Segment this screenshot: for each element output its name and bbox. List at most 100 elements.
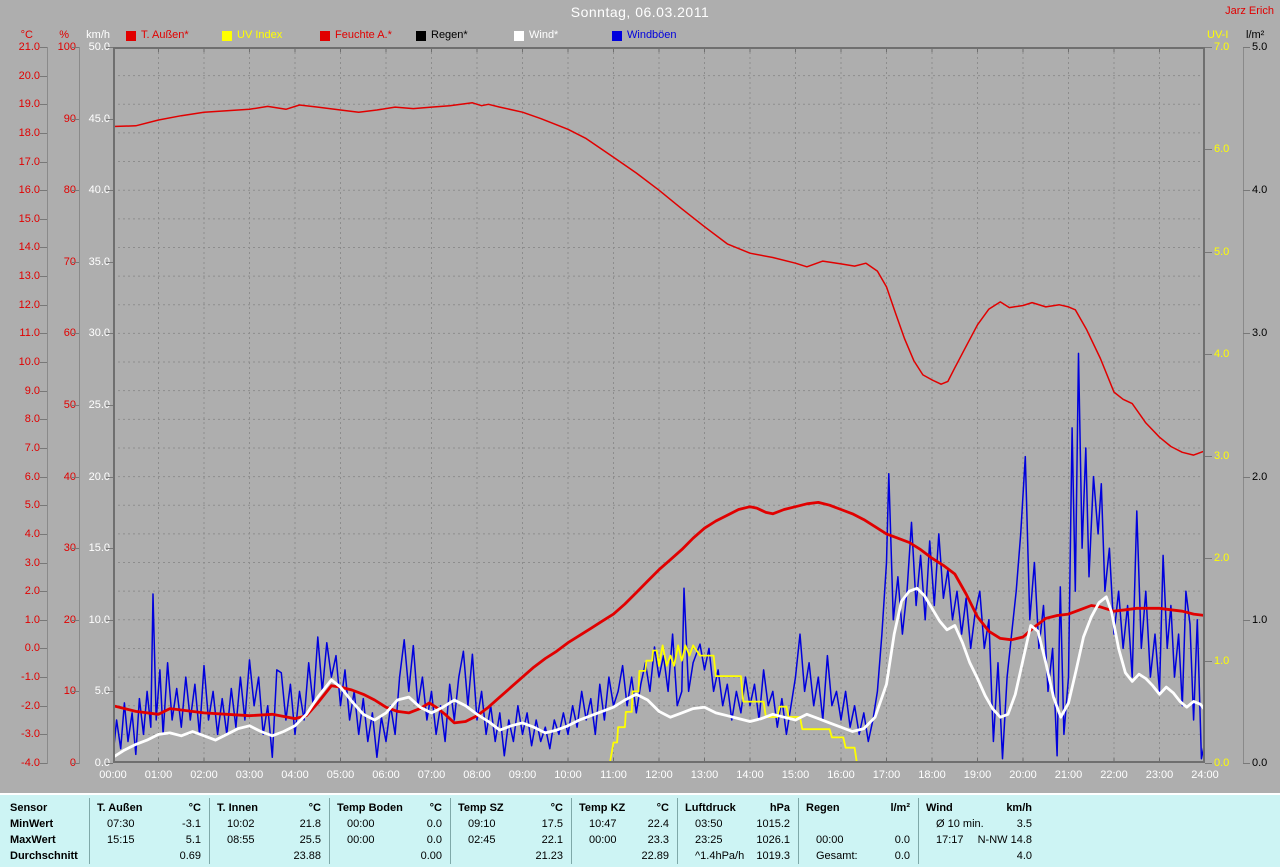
temp-tick-mark	[40, 390, 47, 392]
x-tick-label: 00:00	[99, 769, 127, 781]
temp-tick-mark	[40, 304, 47, 306]
wind-tick-mark	[106, 691, 113, 693]
temp-tick-mark	[40, 104, 47, 106]
wind-tick-mark	[106, 548, 113, 550]
x-tick-label: 24:00	[1191, 769, 1219, 781]
wind-tick-mark	[106, 476, 113, 478]
axis-unit-rain: l/m²	[1246, 29, 1265, 41]
table-col-name: Temp SZ	[458, 802, 504, 814]
wind-tick-label: 50.0	[88, 41, 110, 53]
table-col-unit: hPa	[769, 802, 790, 814]
table-cell-value: 4.0	[1016, 850, 1032, 862]
temp-tick-label: 5.0	[24, 499, 40, 512]
table-cell-value: 23.3	[647, 834, 669, 846]
legend-item-label: Windböen	[627, 29, 677, 41]
x-tick-label: 20:00	[1009, 769, 1037, 781]
temp-tick-label: 16.0	[18, 184, 40, 197]
legend-swatch-icon	[126, 31, 136, 41]
uv-tick-mark	[1205, 660, 1212, 662]
uv-tick-label: 3.0	[1214, 450, 1230, 463]
x-tick-label: 18:00	[918, 769, 946, 781]
table-column-separator	[209, 798, 210, 864]
uv-tick-label: 0.0	[1214, 757, 1230, 769]
wind-tick-mark	[106, 619, 113, 621]
table-col-unit: °C	[188, 802, 201, 814]
temp-tick-mark	[40, 362, 47, 364]
uv-tick-label: 2.0	[1214, 552, 1230, 565]
table-cell-value: 22.89	[641, 850, 669, 862]
temp-tick-mark	[40, 734, 47, 736]
legend-item-label: Feuchte A.*	[335, 29, 392, 41]
temp-tick-label: 17.0	[18, 155, 40, 168]
table-cell-value: 5.1	[185, 834, 201, 846]
x-tick-label: 03:00	[235, 769, 264, 781]
legend-swatch-icon	[514, 31, 524, 41]
plot-area[interactable]	[111, 47, 1207, 764]
temp-tick-mark	[40, 505, 47, 507]
temp-tick-mark	[40, 161, 47, 163]
rain-tick-label: 0.0	[1252, 757, 1268, 769]
table-row-label: MinWert	[10, 818, 54, 830]
table-cell-value: 22.1	[541, 834, 563, 846]
x-tick-label: 16:00	[827, 769, 855, 781]
temp-tick-label: 21.0	[18, 41, 40, 53]
weather-day-graph-screen: Sonntag, 06.03.2011 Jarz Erich °C % km/h…	[0, 0, 1280, 867]
wind-tick-label: 30.0	[88, 327, 110, 340]
table-col-name: Wind	[926, 802, 953, 814]
rain-tick-label: 2.0	[1252, 470, 1268, 483]
temp-tick-mark	[40, 132, 47, 134]
series-uv-index	[112, 644, 1206, 764]
rain-tick-mark	[1243, 763, 1250, 764]
table-column-separator	[918, 798, 919, 864]
uv-tick-mark	[1205, 456, 1212, 458]
uv-tick-label: 4.0	[1214, 347, 1230, 360]
table-cell-value: 25.5	[299, 834, 321, 846]
temp-tick-label: 3.0	[24, 556, 40, 569]
temp-tick-label: 15.0	[18, 212, 40, 225]
temp-tick-mark	[40, 677, 47, 679]
table-cell-value: 0.0	[426, 834, 442, 846]
summary-table: Sensor MinWert MaxWert Durchschnitt T. Außen…	[0, 793, 1280, 867]
table-cell-value: 21.23	[535, 850, 563, 862]
temp-tick-mark	[40, 648, 47, 650]
temp-tick-label: 10.0	[18, 356, 40, 369]
table-cell-value: 3.5	[1016, 818, 1032, 830]
page-title: Sonntag, 06.03.2011	[570, 4, 710, 20]
temp-tick-label: -3.0	[21, 728, 40, 741]
table-cell-value: 0.69	[179, 850, 201, 862]
rain-tick-mark	[1243, 47, 1250, 48]
uv-tick-label: 6.0	[1214, 143, 1230, 156]
rain-tick-mark	[1243, 476, 1250, 478]
chart-canvas	[111, 47, 1207, 764]
legend-swatch-icon	[222, 31, 232, 41]
x-tick-label: 12:00	[645, 769, 673, 781]
temp-tick-label: -1.0	[21, 671, 40, 684]
rain-tick-mark	[1243, 333, 1250, 335]
uv-tick-mark	[1205, 47, 1212, 48]
uv-tick-label: 5.0	[1214, 245, 1230, 258]
x-tick-label: 10:00	[554, 769, 582, 781]
wind-tick-label: 35.0	[88, 255, 110, 268]
x-tick-label: 14:00	[736, 769, 764, 781]
table-column-separator	[329, 798, 330, 864]
temp-tick-mark	[40, 447, 47, 449]
temp-tick-label: 7.0	[24, 441, 40, 454]
temp-tick-label: 19.0	[18, 98, 40, 111]
wind-tick-mark	[106, 47, 113, 48]
table-col-unit: km/h	[1006, 802, 1032, 814]
temp-tick-mark	[40, 562, 47, 564]
table-cell-value: 22.4	[647, 818, 669, 830]
table-col-unit: °C	[550, 802, 563, 814]
wind-tick-mark	[106, 333, 113, 335]
temp-tick-mark	[40, 75, 47, 77]
x-tick-label: 09:00	[508, 769, 537, 781]
uv-tick-label: 7.0	[1214, 41, 1230, 53]
wind-tick-label: 5.0	[94, 685, 110, 698]
uv-tick-mark	[1205, 353, 1212, 355]
table-column-separator	[89, 798, 90, 864]
wind-tick-mark	[106, 190, 113, 192]
wind-tick-mark	[106, 405, 113, 406]
x-tick-label: 06:00	[372, 769, 400, 781]
temp-tick-mark	[40, 705, 47, 707]
wind-tick-label: 20.0	[88, 470, 110, 483]
